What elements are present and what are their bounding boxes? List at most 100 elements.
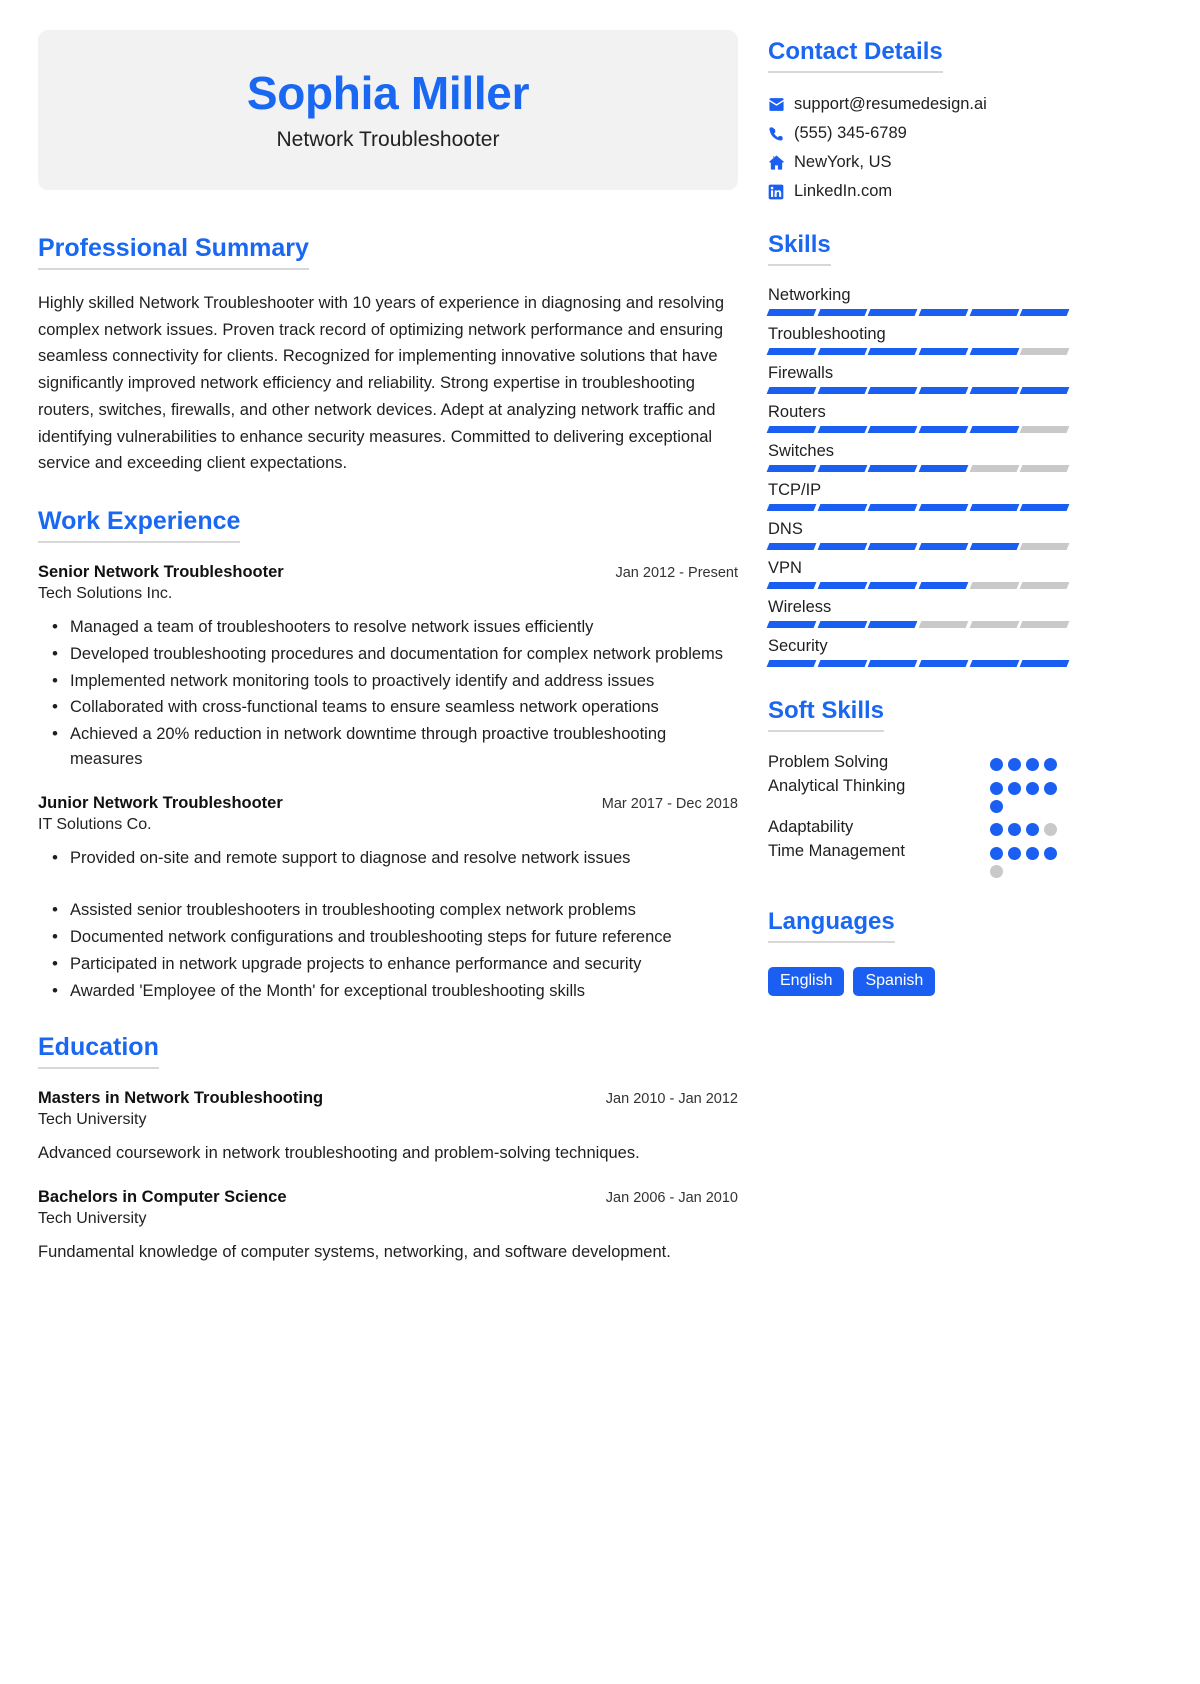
skill-segment — [918, 387, 969, 394]
skill-segment — [918, 465, 969, 472]
skill-segment — [918, 660, 969, 667]
skill-segment — [817, 660, 867, 667]
skill-segment — [1019, 426, 1070, 433]
education-entry: Masters in Network Troubleshooting Jan 20… — [38, 1089, 738, 1166]
education-list: Masters in Network Troubleshooting Jan 20… — [38, 1089, 738, 1265]
skill-segment — [969, 582, 1019, 589]
candidate-job-title: Network Troubleshooter — [276, 128, 500, 152]
soft-skill-rating — [990, 776, 1068, 813]
education-description: Advanced coursework in network troublesh… — [38, 1144, 640, 1163]
skill-segment — [1019, 504, 1070, 511]
skill-segment — [1019, 348, 1070, 355]
skill-segment — [969, 504, 1019, 511]
skill-segment — [867, 426, 918, 433]
skill-level-bar — [766, 660, 1070, 667]
skill-segment — [1019, 543, 1070, 550]
skill-level-bar — [766, 426, 1070, 433]
rating-dot — [1008, 847, 1021, 860]
contact-value[interactable]: support@resumedesign.ai — [794, 95, 987, 114]
contact-value[interactable]: NewYork, US — [794, 153, 892, 172]
languages-list: English Spanish — [768, 967, 1068, 996]
entry-header: Bachelors in Computer Science Jan 2006 - … — [38, 1188, 738, 1207]
job-bullet-list: Managed a team of troubleshooters to res… — [38, 614, 738, 772]
contact-item: LinkedIn.com — [768, 182, 1068, 201]
skill-segment — [817, 426, 867, 433]
job-date-range: Jan 2012 - Present — [615, 565, 738, 582]
language-chip[interactable]: Spanish — [853, 967, 936, 996]
soft-skill-rating — [990, 841, 1068, 878]
skill-segment — [969, 465, 1019, 472]
candidate-name: Sophia Miller — [246, 66, 530, 119]
skill-segment — [817, 465, 867, 472]
rating-dot — [1044, 758, 1057, 771]
skill-segment — [918, 348, 969, 355]
education-description: Fundamental knowledge of computer system… — [38, 1243, 671, 1262]
skill-level-bar — [766, 465, 1070, 472]
soft-skill-rating — [990, 752, 1068, 771]
rating-dot — [990, 800, 1003, 813]
rating-dot — [1026, 847, 1039, 860]
skill-segment — [969, 348, 1019, 355]
skill-segment — [867, 543, 918, 550]
job-bullet: Participated in network upgrade projects… — [38, 951, 738, 977]
degree-title: Masters in Network Troubleshooting — [38, 1089, 324, 1108]
skill-segment — [1019, 582, 1070, 589]
school-name: Tech University — [38, 1111, 147, 1129]
skill-item: Networking — [766, 286, 1070, 316]
job-bullet: Awarded 'Employee of the Month' for exce… — [38, 978, 738, 1004]
rating-dot — [1044, 823, 1057, 836]
entry-header: Masters in Network Troubleshooting Jan 20… — [38, 1089, 738, 1108]
job-bullet-list: Provided on-site and remote support to d… — [38, 845, 738, 1004]
job-title: Junior Network Troubleshooter — [38, 793, 283, 812]
rating-dot — [1008, 782, 1021, 795]
skill-segment — [817, 621, 867, 628]
skill-segment — [817, 582, 867, 589]
skill-segment — [766, 426, 817, 433]
skill-label: Routers — [768, 403, 826, 421]
rating-dot — [1008, 758, 1021, 771]
soft-skill-item: Analytical Thinking — [768, 776, 1068, 813]
skill-segment — [766, 582, 817, 589]
job-bullet: Assisted senior troubleshooters in troub… — [38, 897, 738, 923]
soft-skills-list: Problem Solving Analytical Thinking Adapta… — [768, 752, 1068, 878]
skill-segment — [1019, 309, 1070, 316]
language-chip[interactable]: English — [768, 967, 845, 996]
skill-item: Firewalls — [766, 364, 1070, 394]
skill-segment — [766, 465, 817, 472]
contact-value[interactable]: (555) 345-6789 — [794, 124, 907, 143]
contact-details-section: Contact Details support@resumedesign.ai (… — [768, 38, 1068, 201]
contact-item: support@resumedesign.ai — [768, 95, 1068, 114]
employer-name: Tech Solutions Inc. — [38, 585, 173, 603]
skill-segment — [817, 348, 867, 355]
skill-segment — [1019, 621, 1070, 628]
rating-dot — [990, 865, 1003, 878]
skill-segment — [766, 660, 817, 667]
contact-value[interactable]: LinkedIn.com — [794, 182, 892, 201]
section-heading-contact: Contact Details — [768, 38, 943, 73]
rating-dot — [990, 823, 1003, 836]
job-bullet: Managed a team of troubleshooters to res… — [38, 614, 738, 640]
skill-segment — [766, 309, 817, 316]
skill-item: Routers — [766, 403, 1070, 433]
skill-level-bar — [766, 621, 1070, 628]
soft-skill-label: Problem Solving — [768, 753, 889, 771]
skill-item: Security — [766, 637, 1070, 667]
rating-dot — [1044, 847, 1057, 860]
skill-segment — [867, 387, 918, 394]
soft-skill-label: Time Management — [768, 842, 905, 860]
skill-segment — [867, 465, 918, 472]
education-date-range: Jan 2010 - Jan 2012 — [605, 1091, 738, 1108]
skill-segment — [969, 543, 1019, 550]
skill-item: TCP/IP — [766, 481, 1070, 511]
skill-segment — [867, 621, 918, 628]
skill-segment — [867, 348, 918, 355]
main-column: Sophia Miller Network Troubleshooter Pro… — [38, 30, 738, 1684]
skill-segment — [766, 621, 817, 628]
skill-segment — [867, 309, 918, 316]
skill-label: Security — [768, 637, 828, 655]
skills-list: Networking Troubleshooting Firewalls Router… — [766, 286, 1070, 667]
section-heading-skills: Skills — [768, 231, 831, 266]
skill-item: Switches — [766, 442, 1070, 472]
skill-label: TCP/IP — [768, 481, 822, 499]
section-heading-education: Education — [38, 1033, 159, 1070]
